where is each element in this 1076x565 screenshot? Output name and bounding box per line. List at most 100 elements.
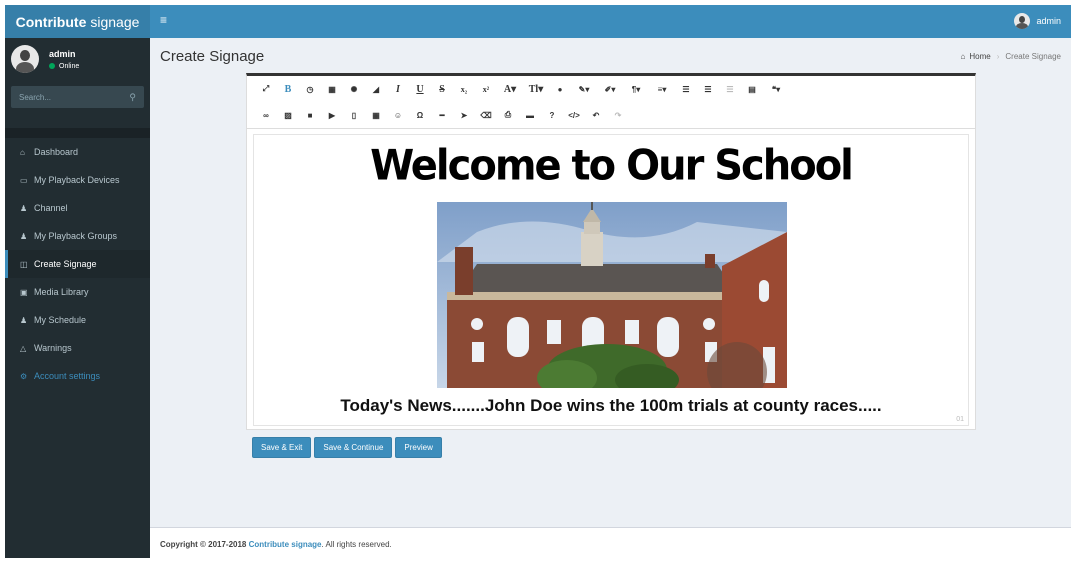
brand-name-bold: Contribute bbox=[15, 13, 87, 30]
brush-icon[interactable]: ✎▾ bbox=[571, 85, 597, 94]
news-ticker-text[interactable]: Today's News.......John Doe wins the 100… bbox=[254, 396, 968, 416]
file-icon[interactable]: ▯ bbox=[343, 111, 365, 120]
print-icon[interactable]: ⎙ bbox=[497, 110, 519, 120]
ink-icon[interactable]: ● bbox=[549, 85, 571, 94]
sidebar-item-channel[interactable]: ♟ Channel bbox=[5, 194, 150, 222]
gear-icon[interactable]: ✺ bbox=[343, 85, 365, 94]
sidebar: Contribute signage admin Online ⚲ ⌂ Dash… bbox=[5, 5, 150, 558]
preview-button[interactable]: Preview bbox=[395, 437, 442, 458]
sidebar-item-label: My Playback Groups bbox=[34, 231, 118, 241]
user-status: Online bbox=[49, 63, 79, 70]
top-navbar: ≡ admin bbox=[150, 5, 1071, 38]
sidebar-item-playback-groups[interactable]: ♟ My Playback Groups bbox=[5, 222, 150, 250]
sidebar-item-playback-devices[interactable]: ▭ My Playback Devices bbox=[5, 166, 150, 194]
unordered-list-icon[interactable]: ☰ bbox=[697, 85, 719, 94]
save-continue-button[interactable]: Save & Continue bbox=[314, 437, 393, 458]
footer-brand-link[interactable]: Contribute signage bbox=[249, 540, 322, 549]
brand-logo[interactable]: Contribute signage bbox=[5, 5, 150, 38]
editor-toolbar: ⤢ B ◷ ▦ ✺ ◢ I U S x₂ x² A▾ Tl▾ ● ✎▾ ✐▾ ¶… bbox=[247, 76, 975, 129]
users-icon: ♟ bbox=[20, 203, 28, 213]
rss-icon[interactable]: ◢ bbox=[365, 85, 387, 94]
underline-icon[interactable]: U bbox=[409, 84, 431, 95]
keyboard-icon[interactable]: ▬ bbox=[519, 111, 541, 120]
user-menu[interactable]: admin bbox=[1014, 13, 1061, 29]
avatar bbox=[11, 45, 39, 73]
top-user-name: admin bbox=[1036, 16, 1061, 26]
italic-icon[interactable]: I bbox=[387, 84, 409, 95]
breadcrumb: ⌂ Home › Create Signage bbox=[961, 52, 1061, 61]
bell-icon: △ bbox=[20, 343, 27, 353]
sidebar-menu: ⌂ Dashboard ▭ My Playback Devices ♟ Chan… bbox=[5, 128, 150, 390]
sidebar-item-label: Media Library bbox=[34, 287, 89, 297]
link-icon[interactable]: ∞ bbox=[255, 111, 277, 120]
image-icon: ▣ bbox=[20, 287, 28, 297]
subscript-icon[interactable]: x₂ bbox=[453, 85, 475, 94]
quote-icon[interactable]: ❝▾ bbox=[763, 85, 789, 94]
smiley-icon[interactable]: ☺ bbox=[387, 111, 409, 120]
code-icon[interactable]: </> bbox=[563, 111, 585, 120]
help-icon[interactable]: ? bbox=[541, 111, 563, 120]
search-input[interactable] bbox=[19, 92, 119, 102]
signage-heading[interactable]: Welcome to Our School bbox=[254, 142, 968, 190]
calendar-icon[interactable]: ▦ bbox=[321, 85, 343, 94]
users-icon: ♟ bbox=[20, 315, 28, 325]
avatar bbox=[1014, 13, 1031, 29]
breadcrumb-home[interactable]: Home bbox=[969, 52, 990, 61]
school-photo bbox=[437, 202, 787, 388]
superscript-icon[interactable]: x² bbox=[475, 85, 497, 94]
sidebar-item-media-library[interactable]: ▣ Media Library bbox=[5, 278, 150, 306]
paragraph-icon[interactable]: ¶▾ bbox=[623, 85, 649, 94]
sidebar-item-label: Warnings bbox=[34, 343, 72, 353]
signage-canvas[interactable]: Welcome to Our School Today's News......… bbox=[253, 134, 969, 426]
indent-icon[interactable]: ▤ bbox=[741, 85, 763, 94]
redo-icon[interactable]: ↷ bbox=[607, 111, 629, 120]
sidebar-item-account-settings[interactable]: ⚙ Account settings bbox=[5, 362, 150, 390]
fullscreen-icon[interactable]: ⤢ bbox=[255, 84, 277, 94]
sidebar-item-warnings[interactable]: △ Warnings bbox=[5, 334, 150, 362]
video-icon[interactable]: ■ bbox=[299, 111, 321, 120]
online-dot-icon bbox=[49, 63, 55, 69]
outdent-icon[interactable]: ☰ bbox=[719, 85, 741, 94]
user-name: admin bbox=[49, 48, 76, 59]
sidebar-item-label: Create Signage bbox=[34, 259, 97, 269]
strikethrough-icon[interactable]: S bbox=[431, 84, 453, 95]
table-icon[interactable]: ▦ bbox=[365, 111, 387, 120]
sidebar-item-label: My Schedule bbox=[34, 315, 87, 325]
ordered-list-icon[interactable]: ☰ bbox=[675, 85, 697, 94]
footer: Copyright © 2017-2018 Contribute signage… bbox=[150, 527, 1071, 558]
app-frame: Contribute signage admin Online ⚲ ⌂ Dash… bbox=[5, 5, 1071, 558]
editor-actions: Save & Exit Save & Continue Preview bbox=[252, 437, 445, 458]
horizontal-line-icon[interactable]: ━ bbox=[431, 111, 453, 120]
menu-toggle-icon[interactable]: ≡ bbox=[160, 13, 167, 27]
home-icon: ⌂ bbox=[960, 52, 966, 61]
footer-rights: . All rights reserved. bbox=[321, 540, 392, 549]
search-icon[interactable]: ⚲ bbox=[129, 92, 136, 103]
sidebar-search: ⚲ bbox=[11, 86, 144, 108]
page-number: 01 bbox=[956, 416, 964, 423]
undo-icon[interactable]: ↶ bbox=[585, 111, 607, 120]
toolbar-row-1: ⤢ B ◷ ▦ ✺ ◢ I U S x₂ x² A▾ Tl▾ ● ✎▾ ✐▾ ¶… bbox=[247, 76, 975, 102]
sidebar-item-dashboard[interactable]: ⌂ Dashboard bbox=[5, 138, 150, 166]
monitor-icon: ▭ bbox=[20, 175, 28, 185]
font-color-icon[interactable]: A▾ bbox=[497, 84, 523, 95]
content-header: Create Signage ⌂ Home › Create Signage bbox=[150, 38, 1071, 74]
bold-icon[interactable]: B bbox=[277, 84, 299, 95]
sidebar-item-my-schedule[interactable]: ♟ My Schedule bbox=[5, 306, 150, 334]
video-camera-icon[interactable]: ▶ bbox=[321, 111, 343, 120]
footer-copyright: Copyright © 2017-2018 bbox=[160, 540, 247, 549]
save-exit-button[interactable]: Save & Exit bbox=[252, 437, 312, 458]
signage-editor: ⤢ B ◷ ▦ ✺ ◢ I U S x₂ x² A▾ Tl▾ ● ✎▾ ✐▾ ¶… bbox=[246, 73, 976, 430]
align-icon[interactable]: ≡▾ bbox=[649, 85, 675, 94]
columns-icon: ◫ bbox=[20, 259, 28, 269]
cursor-icon[interactable]: ➤ bbox=[453, 111, 475, 120]
school-building-image[interactable] bbox=[437, 202, 787, 388]
image-icon[interactable]: ▨ bbox=[277, 111, 299, 120]
clock-icon[interactable]: ◷ bbox=[299, 85, 321, 94]
sidebar-item-create-signage[interactable]: ◫ Create Signage bbox=[5, 250, 150, 278]
omega-icon[interactable]: Ω bbox=[409, 111, 431, 120]
font-size-icon[interactable]: Tl▾ bbox=[523, 84, 549, 95]
eraser-icon[interactable]: ⌫ bbox=[475, 111, 497, 120]
sidebar-item-label: Channel bbox=[34, 203, 68, 213]
breadcrumb-separator: › bbox=[996, 52, 1000, 61]
pen-icon[interactable]: ✐▾ bbox=[597, 85, 623, 94]
